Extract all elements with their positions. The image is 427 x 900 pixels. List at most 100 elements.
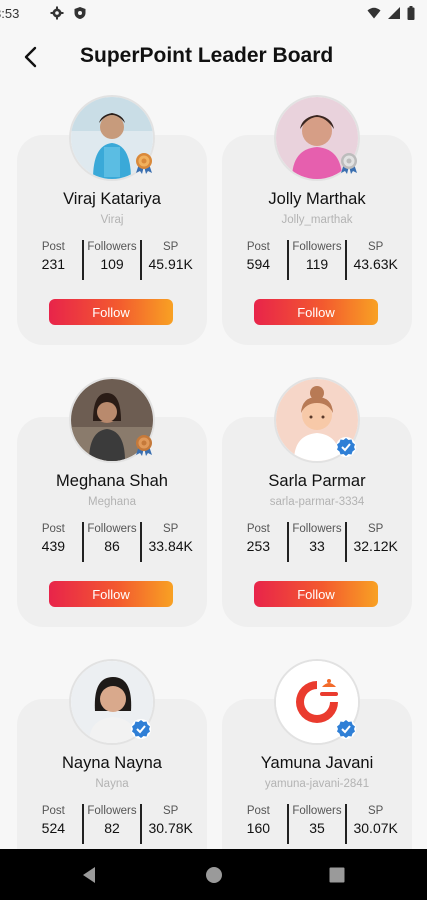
user-handle: Meghana	[88, 496, 136, 508]
user-name: Nayna Nayna	[62, 754, 162, 772]
stat-sp: SP 33.84K	[140, 522, 199, 562]
user-name: Jolly Marthak	[268, 190, 366, 208]
header: SuperPoint Leader Board	[0, 36, 427, 78]
stat-value: 253	[246, 538, 271, 554]
stat-label: Post	[246, 523, 270, 535]
stat-value: 33.84K	[148, 538, 193, 554]
user-stats: Post 253 Followers 33 SP 32.12K	[230, 522, 404, 562]
user-stats: Post 231 Followers 109 SP 45.91K	[25, 240, 199, 280]
status-time: 3:53	[0, 6, 20, 21]
back-arrow-icon	[24, 46, 37, 68]
stat-label: SP	[368, 523, 384, 535]
stat-value: 231	[41, 256, 66, 272]
stat-posts: Post 253	[230, 522, 287, 562]
stat-label: Followers	[292, 523, 342, 535]
stat-label: Post	[246, 805, 270, 817]
user-handle: Nayna	[95, 778, 129, 790]
user-stats: Post 524 Followers 82 SP 30.78K	[25, 804, 199, 844]
user-stats: Post 160 Followers 35 SP 30.07K	[230, 804, 404, 844]
stat-value: 35	[309, 820, 325, 836]
stat-label: SP	[163, 241, 179, 253]
follow-button[interactable]: Follow	[49, 299, 173, 325]
stat-label: Post	[41, 805, 65, 817]
stat-value: 109	[100, 256, 124, 272]
nav-recents-button[interactable]	[327, 865, 347, 885]
stat-value: 160	[246, 820, 271, 836]
stat-posts: Post 524	[25, 804, 82, 844]
stat-sp: SP 30.07K	[345, 804, 404, 844]
stat-followers: Followers 119	[286, 240, 346, 280]
stat-value: 30.07K	[353, 820, 398, 836]
stat-value: 30.78K	[148, 820, 193, 836]
user-handle: yamuna-javani-2841	[264, 778, 370, 790]
stat-label: Post	[41, 241, 65, 253]
stat-label: SP	[163, 523, 179, 535]
user-handle: Viraj	[100, 214, 124, 226]
stat-followers: Followers 86	[81, 522, 141, 562]
stat-value: 45.91K	[148, 256, 193, 272]
verified-badge-icon	[130, 718, 152, 740]
user-name: Viraj Katariya	[63, 190, 161, 208]
stat-value: 119	[305, 256, 329, 272]
back-button[interactable]	[16, 42, 46, 72]
stat-label: Followers	[87, 523, 137, 535]
stat-followers: Followers 109	[81, 240, 141, 280]
stat-value: 86	[104, 538, 120, 554]
stat-label: Followers	[292, 241, 342, 253]
stat-followers: Followers 33	[286, 522, 346, 562]
user-stats: Post 439 Followers 86 SP 33.84K	[25, 522, 199, 562]
user-name: Meghana Shah	[56, 472, 168, 490]
stat-followers: Followers 35	[286, 804, 346, 844]
user-handle: sarla-parmar-3334	[269, 496, 365, 508]
settings-icon	[50, 6, 64, 20]
stat-value: 43.63K	[353, 256, 398, 272]
stat-value: 33	[309, 538, 325, 554]
verified-badge-icon	[335, 718, 357, 740]
stat-followers: Followers 82	[81, 804, 141, 844]
stat-label: SP	[368, 241, 384, 253]
page-title: SuperPoint Leader Board	[80, 44, 334, 67]
shield-icon	[73, 6, 87, 20]
stat-value: 594	[246, 256, 271, 272]
wifi-icon	[367, 6, 381, 20]
triangle-back-icon	[83, 867, 95, 883]
status-bar: 3:53	[0, 0, 427, 28]
follow-button[interactable]: Follow	[254, 299, 378, 325]
stat-posts: Post 231	[25, 240, 82, 280]
stat-sp: SP 45.91K	[140, 240, 199, 280]
stat-value: 82	[104, 820, 120, 836]
stat-label: SP	[368, 805, 384, 817]
medal-badge-icon	[133, 434, 155, 456]
user-name: Yamuna Javani	[260, 754, 374, 772]
stat-value: 524	[41, 820, 66, 836]
system-nav-bar	[0, 849, 427, 900]
stat-sp: SP 30.78K	[140, 804, 199, 844]
square-recents-icon	[329, 867, 345, 883]
medal-badge-icon	[133, 152, 155, 174]
circle-home-icon	[206, 867, 222, 883]
signal-icon	[387, 6, 401, 20]
stat-posts: Post 594	[230, 240, 287, 280]
medal-badge-icon	[338, 152, 360, 174]
stat-sp: SP 43.63K	[345, 240, 404, 280]
stat-sp: SP 32.12K	[345, 522, 404, 562]
user-name: Sarla Parmar	[268, 472, 366, 490]
follow-button[interactable]: Follow	[254, 581, 378, 607]
stat-label: Followers	[87, 805, 137, 817]
stat-label: Followers	[87, 241, 137, 253]
user-handle: Jolly_marthak	[281, 214, 353, 226]
stat-label: SP	[163, 805, 179, 817]
stat-label: Post	[41, 523, 65, 535]
follow-button[interactable]: Follow	[49, 581, 173, 607]
stat-posts: Post 439	[25, 522, 82, 562]
stat-value: 32.12K	[353, 538, 398, 554]
battery-icon	[407, 6, 415, 20]
stat-label: Post	[246, 241, 270, 253]
user-stats: Post 594 Followers 119 SP 43.63K	[230, 240, 404, 280]
stat-label: Followers	[292, 805, 342, 817]
nav-home-button[interactable]	[204, 865, 224, 885]
nav-back-button[interactable]	[80, 865, 100, 885]
stat-posts: Post 160	[230, 804, 287, 844]
verified-badge-icon	[335, 436, 357, 458]
stat-value: 439	[41, 538, 66, 554]
